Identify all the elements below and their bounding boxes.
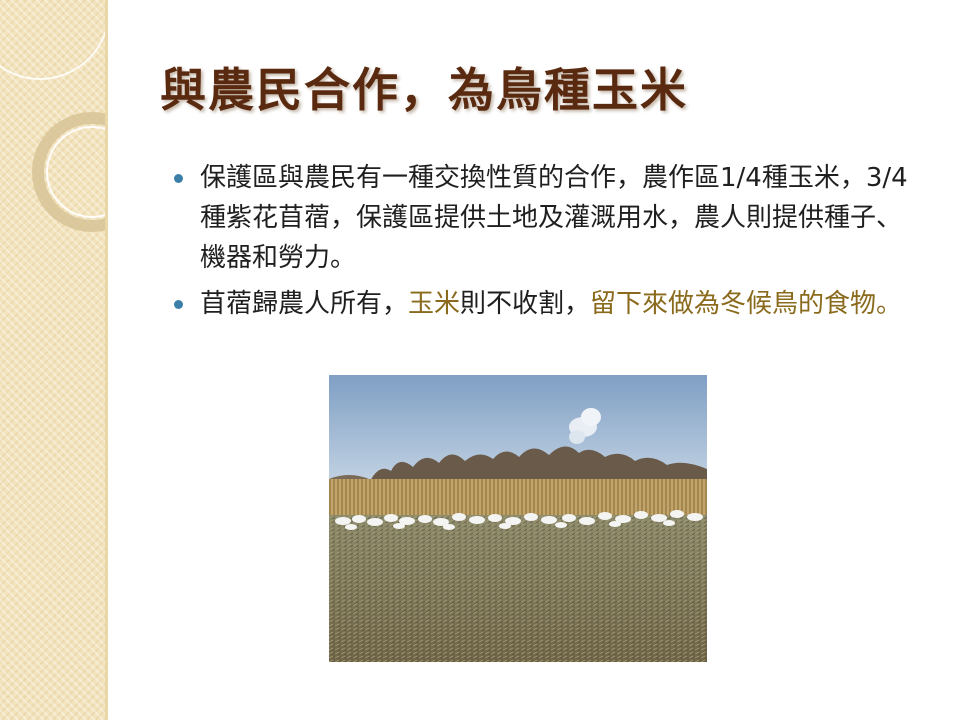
decorative-ring bbox=[0, 0, 105, 80]
bullet-text: 苜蓿歸農人所有， bbox=[200, 289, 409, 319]
bullet-list: 保護區與農民有一種交換性質的合作，農作區1/4種玉米，3/4種紫花苜蓿，保護區提… bbox=[172, 158, 922, 330]
bullet-marker-icon bbox=[174, 300, 183, 309]
highlighted-text: 玉米 bbox=[408, 289, 461, 319]
bullet-item: 苜蓿歸農人所有，玉米則不收割，留下來做為冬候鳥的食物。 bbox=[172, 284, 922, 324]
divider bbox=[105, 0, 108, 720]
bullet-text: 則不收割， bbox=[460, 289, 591, 319]
bullet-text: 保護區與農民有一種交換性質的合作，農作區1/4種玉米，3/4種紫花苜蓿，保護區提… bbox=[200, 163, 908, 273]
slide: 與農民合作，為鳥種玉米 保護區與農民有一種交換性質的合作，農作區1/4種玉米，3… bbox=[0, 0, 960, 720]
highlighted-text: 留下來做為冬候鳥的食物。 bbox=[590, 289, 903, 319]
bullet-marker-icon bbox=[174, 174, 183, 183]
bullet-item: 保護區與農民有一種交換性質的合作，農作區1/4種玉米，3/4種紫花苜蓿，保護區提… bbox=[172, 158, 922, 278]
decorative-side-strip bbox=[0, 0, 105, 720]
slide-title: 與農民合作，為鳥種玉米 bbox=[160, 63, 688, 117]
cornfield-geese-photo bbox=[329, 375, 707, 662]
